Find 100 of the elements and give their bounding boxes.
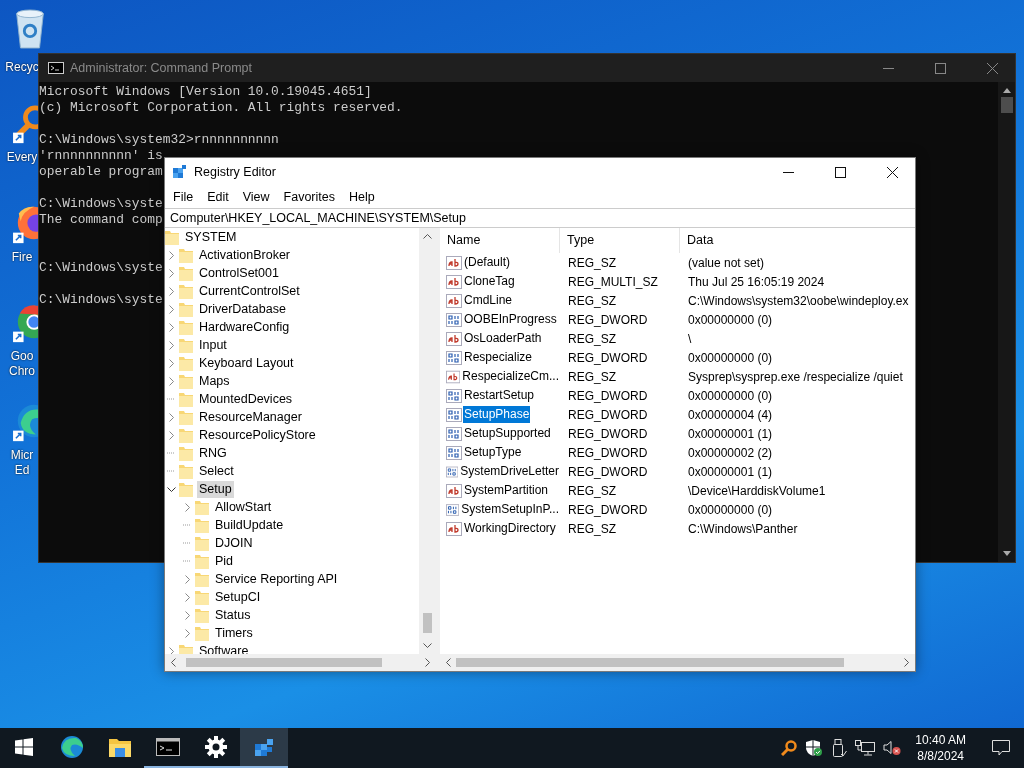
icon-label: Fire [11, 250, 33, 265]
value-name[interactable]: RespecializeCm... [461, 368, 560, 385]
chevron-right-icon[interactable] [183, 574, 192, 584]
chevron-right-icon[interactable] [183, 610, 192, 620]
registry-icon[interactable] [253, 736, 275, 758]
tree-item[interactable]: SYSTEM [183, 228, 239, 246]
notification-icon[interactable] [992, 740, 1010, 756]
value-name[interactable]: SystemDriveLetter [459, 463, 560, 480]
windows-start-icon[interactable] [15, 738, 33, 756]
column-header[interactable]: Type [560, 228, 680, 253]
chevron-right-icon[interactable] [167, 250, 176, 260]
chevron-right-icon[interactable] [167, 376, 176, 386]
chevron-right-icon[interactable] [167, 358, 176, 368]
scrollbar-thumb[interactable] [186, 658, 382, 667]
value-name[interactable]: (Default) [463, 254, 511, 271]
tree-item[interactable]: DriverDatabase [197, 300, 288, 318]
value-name[interactable]: SetupPhase [463, 406, 531, 423]
tree-item[interactable]: Timers [213, 624, 255, 642]
scroll-down-icon[interactable] [423, 643, 432, 648]
tree-item[interactable]: Maps [197, 372, 232, 390]
edge-icon[interactable] [60, 735, 84, 759]
menu-item[interactable]: Help [342, 187, 382, 207]
muted-speaker-icon[interactable] [883, 740, 902, 756]
tree-item[interactable]: MountedDevices [197, 390, 295, 408]
value-name[interactable]: SetupSupported [463, 425, 552, 442]
value-name[interactable]: SetupType [463, 444, 523, 461]
scrollbar[interactable] [165, 654, 436, 671]
scroll-right-icon[interactable] [904, 658, 909, 667]
value-name[interactable]: WorkingDirectory [463, 520, 557, 537]
column-header[interactable]: Name [440, 228, 560, 253]
tree-item[interactable]: ResourceManager [197, 408, 304, 426]
chevron-right-icon[interactable] [183, 502, 192, 512]
chevron-right-icon[interactable] [167, 322, 176, 332]
tree-item[interactable]: Software [197, 642, 251, 654]
table-cell-text: Sysprep\sysprep.exe /respecialize /quiet [687, 369, 904, 384]
tree-item[interactable]: Select [197, 462, 236, 480]
folder-icon [179, 373, 193, 389]
value-name[interactable]: CloneTag [463, 273, 516, 290]
scrollbar-thumb[interactable] [423, 613, 432, 633]
scrollbar[interactable] [998, 82, 1015, 562]
tree-item[interactable]: SetupCI [213, 588, 263, 606]
tree-item[interactable]: Pid [213, 552, 236, 570]
tree-item[interactable]: Keyboard Layout [197, 354, 296, 372]
chevron-right-icon[interactable] [167, 304, 176, 314]
folder-icon [179, 427, 193, 443]
usb-drive-icon[interactable] [831, 739, 848, 757]
value-name[interactable]: OOBEInProgress [463, 311, 558, 328]
tree-item[interactable]: ActivationBroker [197, 246, 292, 264]
network-icon[interactable] [855, 740, 876, 756]
value-name[interactable]: Respecialize [463, 349, 534, 366]
folder-icon [195, 607, 209, 623]
tree-item[interactable]: Setup [197, 480, 234, 498]
column-header[interactable]: Data [680, 228, 915, 253]
chevron-right-icon[interactable] [183, 592, 192, 602]
console-icon[interactable] [156, 738, 180, 756]
clock-date[interactable]: 8/8/2024 [917, 748, 964, 764]
clock-time[interactable]: 10:40 AM [915, 732, 966, 748]
chevron-right-icon[interactable] [167, 412, 176, 422]
menu-item[interactable]: View [235, 187, 277, 207]
tree-item[interactable]: ResourcePolicyStore [197, 426, 318, 444]
tree-item[interactable]: RNG [197, 444, 229, 462]
scroll-up-icon[interactable] [423, 234, 432, 239]
address-field[interactable]: Computer\HKEY_LOCAL_MACHINE\SYSTEM\Setup [165, 208, 915, 228]
menu-item[interactable]: Edit [200, 187, 236, 207]
scroll-left-icon[interactable] [446, 658, 451, 667]
scroll-left-icon[interactable] [171, 658, 176, 667]
scroll-right-icon[interactable] [425, 658, 430, 667]
tree-item[interactable]: Status [213, 606, 253, 624]
menu-item[interactable]: File [166, 187, 201, 207]
value-name[interactable]: SystemSetupInP... [460, 501, 560, 518]
scrollbar-thumb[interactable] [456, 658, 844, 667]
menu-item[interactable]: Favorites [276, 187, 342, 207]
scrollbar[interactable] [440, 654, 915, 671]
value-name[interactable]: SystemPartition [463, 482, 550, 499]
tree-item[interactable]: BuildUpdate [213, 516, 286, 534]
table-cell-text: C:\Windows\system32\oobe\windeploy.ex [687, 293, 910, 308]
chevron-right-icon[interactable] [167, 340, 176, 350]
tree-item[interactable]: Input [197, 336, 229, 354]
chevron-right-icon[interactable] [167, 268, 176, 278]
folder-icon [179, 301, 193, 317]
chevron-right-icon[interactable] [167, 286, 176, 296]
folder-icon[interactable] [109, 737, 131, 757]
tree-item[interactable]: CurrentControlSet [197, 282, 302, 300]
tree-item[interactable]: HardwareConfig [197, 318, 292, 336]
magnifier-icon[interactable] [781, 740, 798, 756]
scroll-up-icon[interactable] [1002, 88, 1011, 93]
chevron-right-icon[interactable] [167, 430, 176, 440]
tree-item[interactable]: DJOIN [213, 534, 255, 552]
tree-item[interactable]: AllowStart [213, 498, 274, 516]
tree-item[interactable]: Service Reporting API [213, 570, 340, 588]
tree-item[interactable]: ControlSet001 [197, 264, 281, 282]
scroll-down-icon[interactable] [1002, 551, 1011, 556]
shield-icon[interactable] [805, 739, 824, 757]
chevron-right-icon[interactable] [183, 628, 192, 638]
chevron-down-icon[interactable] [167, 484, 176, 494]
value-name[interactable]: OsLoaderPath [463, 330, 543, 347]
gear-icon[interactable] [205, 736, 227, 758]
scrollbar-thumb[interactable] [1000, 97, 1013, 113]
value-name[interactable]: CmdLine [463, 292, 514, 309]
value-name[interactable]: RestartSetup [463, 387, 536, 404]
